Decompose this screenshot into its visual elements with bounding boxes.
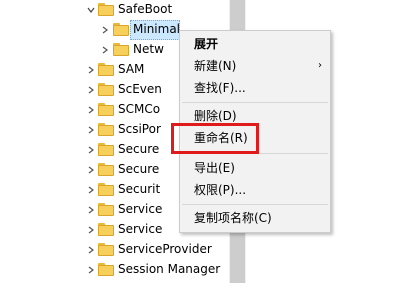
expand-chevron-icon[interactable] [100, 40, 110, 60]
tree-item-session-manager[interactable]: Session Manager [118, 259, 220, 279]
tree-item-security[interactable]: Securit [118, 179, 160, 199]
tree-item-sam[interactable]: SAM [118, 59, 144, 79]
expand-chevron-icon[interactable] [86, 240, 96, 260]
folder-icon [113, 43, 129, 56]
folder-icon [98, 263, 114, 276]
expand-chevron-icon[interactable] [86, 220, 96, 240]
tree-item-scevent[interactable]: ScEven [118, 79, 162, 99]
menu-item-expand[interactable]: 展开 [180, 33, 330, 55]
expand-chevron-icon[interactable] [86, 140, 96, 160]
tree-item-safeboot[interactable]: SafeBoot [118, 0, 172, 19]
folder-icon [98, 123, 114, 136]
tree-item-secure-2[interactable]: Secure [118, 159, 159, 179]
expand-chevron-icon[interactable] [100, 20, 110, 40]
annotation-highlight-box [171, 123, 259, 154]
folder-icon [98, 203, 114, 216]
menu-item-export[interactable]: 导出(E) [180, 157, 330, 179]
tree-item-network[interactable]: Netw [133, 39, 164, 59]
expand-chevron-icon[interactable] [86, 200, 96, 220]
expand-chevron-icon[interactable] [86, 80, 96, 100]
folder-icon [98, 223, 114, 236]
menu-separator [182, 204, 328, 205]
folder-icon [98, 3, 114, 16]
menu-item-permissions[interactable]: 权限(P)... [180, 179, 330, 201]
tree-item-serviceprovider[interactable]: ServiceProvider [118, 239, 212, 259]
submenu-arrow-icon: › [318, 60, 322, 71]
folder-icon [98, 163, 114, 176]
expand-chevron-icon[interactable] [86, 260, 96, 280]
menu-item-label: 复制项名称(C) [194, 211, 272, 225]
expand-chevron-icon[interactable] [86, 160, 96, 180]
folder-icon [98, 83, 114, 96]
folder-icon [113, 23, 129, 36]
folder-icon [98, 63, 114, 76]
menu-item-label: 导出(E) [194, 161, 235, 175]
tree-item-service[interactable]: Service [118, 199, 162, 219]
expand-chevron-icon[interactable] [86, 60, 96, 80]
menu-item-find[interactable]: 查找(F)... [180, 77, 330, 99]
expand-chevron-icon[interactable] [86, 120, 96, 140]
folder-icon [98, 143, 114, 156]
folder-icon [98, 183, 114, 196]
menu-item-new[interactable]: 新建(N) › [180, 55, 330, 77]
tree-item-minimal[interactable]: Minimal [133, 19, 179, 39]
menu-item-label: 查找(F)... [194, 81, 246, 95]
expand-chevron-icon[interactable] [86, 180, 96, 200]
expand-chevron-icon[interactable] [86, 100, 96, 120]
menu-item-label: 新建(N) [194, 59, 237, 73]
tree-item-secure[interactable]: Secure [118, 139, 159, 159]
folder-icon [98, 103, 114, 116]
tree-item-service-2[interactable]: Service [118, 219, 162, 239]
menu-item-label: 权限(P)... [194, 183, 247, 197]
tree-item-scmconfig[interactable]: SCMCo [118, 99, 160, 119]
folder-icon [98, 243, 114, 256]
menu-item-label: 展开 [194, 37, 219, 51]
menu-item-copy-key-name[interactable]: 复制项名称(C) [180, 207, 330, 229]
menu-separator [182, 102, 328, 103]
tree-item-scsiport[interactable]: ScsiPor [118, 119, 161, 139]
collapse-chevron-icon[interactable] [86, 0, 96, 20]
